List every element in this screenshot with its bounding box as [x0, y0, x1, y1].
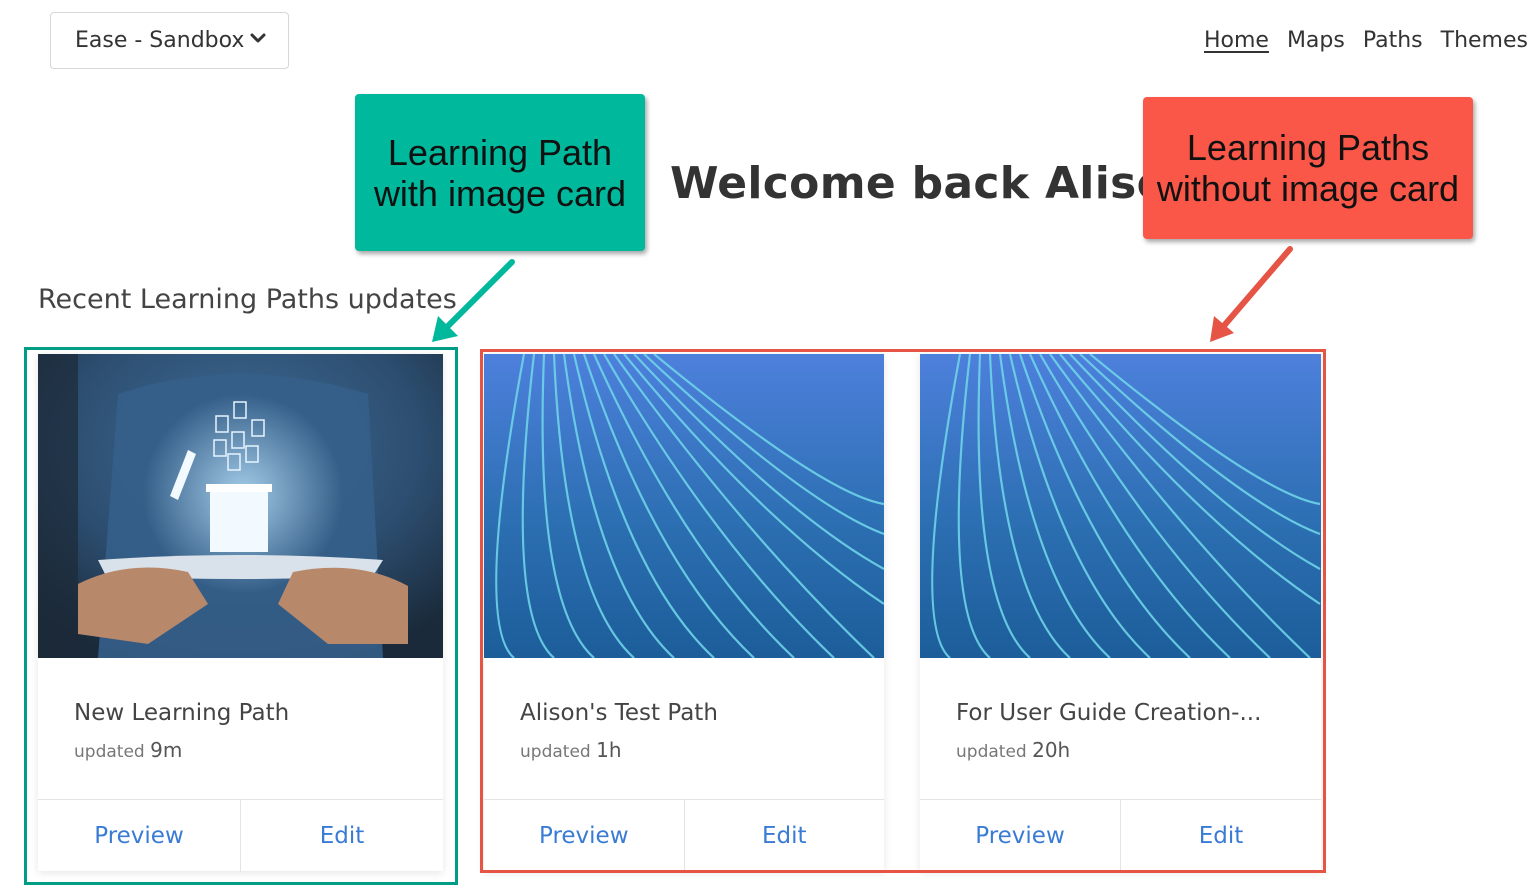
workspace-dropdown[interactable]: Ease - Sandbox — [50, 12, 289, 69]
learning-path-card[interactable]: For User Guide Creation-... updated 20h … — [920, 354, 1321, 872]
card-title[interactable]: For User Guide Creation-... — [956, 700, 1297, 726]
card-image — [38, 354, 443, 658]
updated-prefix: updated — [956, 742, 1027, 762]
callout-without-image-line1: Learning Paths — [1186, 127, 1430, 168]
card-title[interactable]: New Learning Path — [74, 700, 419, 726]
updated-ago: 9m — [150, 738, 183, 762]
edit-button[interactable]: Edit — [240, 800, 443, 872]
edit-button[interactable]: Edit — [1120, 800, 1321, 872]
card-updated: updated 1h — [520, 738, 622, 762]
updated-prefix: updated — [520, 742, 591, 762]
card-actions: Preview Edit — [920, 799, 1321, 872]
card-title[interactable]: Alison's Test Path — [520, 700, 860, 726]
callout-with-image-line1: Learning Path — [387, 131, 613, 173]
card-updated: updated 20h — [956, 738, 1070, 762]
card-actions: Preview Edit — [484, 799, 884, 872]
updated-prefix: updated — [74, 742, 145, 762]
callout-with-image-line2: with image card — [373, 172, 627, 214]
updated-ago: 20h — [1032, 738, 1071, 762]
callout-with-image: Learning Path with image card — [355, 94, 645, 251]
nav-maps[interactable]: Maps — [1287, 28, 1345, 53]
card-actions: Preview Edit — [38, 799, 443, 872]
welcome-title: Welcome back Alison — [670, 158, 1199, 209]
chevron-down-icon — [250, 33, 266, 43]
preview-button[interactable]: Preview — [484, 800, 684, 872]
nav-home[interactable]: Home — [1204, 28, 1269, 53]
preview-button[interactable]: Preview — [38, 800, 240, 872]
callout-without-image: Learning Paths without image card — [1143, 97, 1473, 239]
updated-ago: 1h — [596, 738, 622, 762]
learning-path-card[interactable]: New Learning Path updated 9m Preview Edi… — [38, 354, 443, 872]
red-arrow — [1210, 246, 1293, 342]
card-updated: updated 9m — [74, 738, 182, 762]
nav-themes[interactable]: Themes — [1441, 28, 1528, 53]
learning-path-card[interactable]: Alison's Test Path updated 1h Preview Ed… — [484, 354, 884, 872]
nav-paths[interactable]: Paths — [1363, 28, 1423, 53]
callout-without-image-line2: without image card — [1156, 168, 1460, 209]
workspace-label: Ease - Sandbox — [75, 28, 245, 53]
card-image — [484, 354, 884, 658]
edit-button[interactable]: Edit — [683, 800, 885, 872]
top-nav: Home Maps Paths Themes — [1204, 28, 1528, 53]
card-image — [920, 354, 1321, 658]
section-title: Recent Learning Paths updates — [38, 284, 457, 315]
preview-button[interactable]: Preview — [920, 800, 1120, 872]
